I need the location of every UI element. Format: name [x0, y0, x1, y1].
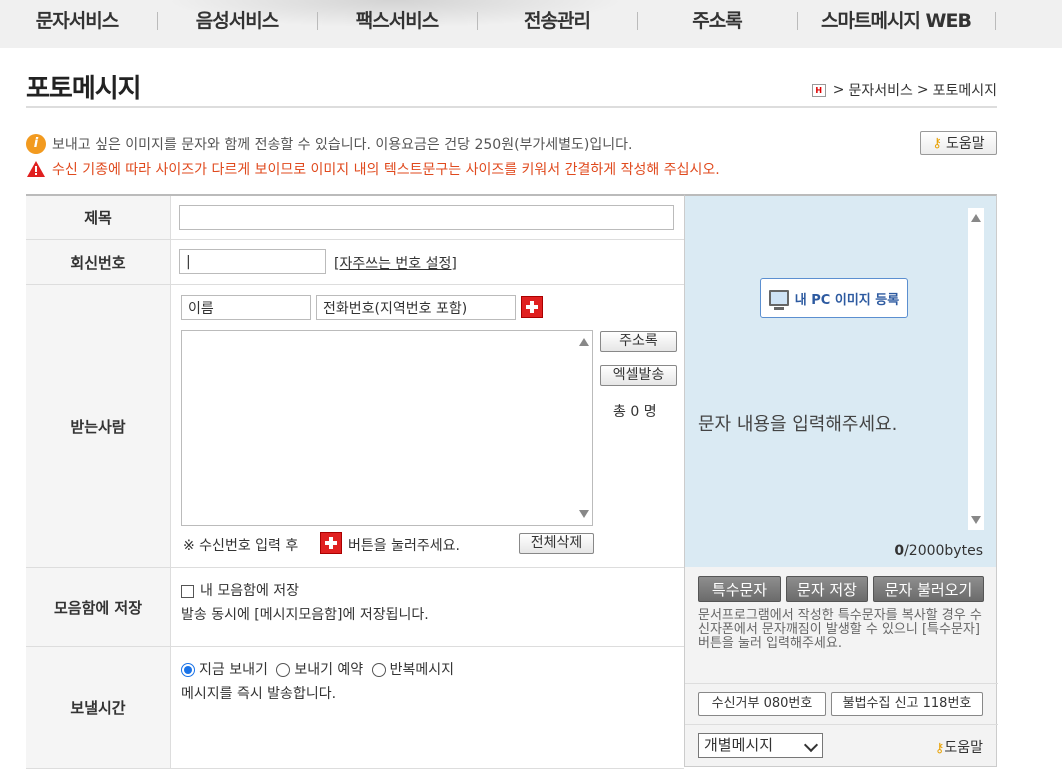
excel-send-button[interactable]: 엑셀발송 — [600, 365, 677, 386]
delete-all-button[interactable]: 전체삭제 — [519, 533, 594, 554]
computer-icon — [768, 290, 789, 310]
breadcrumb-item[interactable]: 포토메시지 — [933, 80, 997, 100]
send-time-row: 보낼시간 지금 보내기 보내기 예약 반복메시지 메시지를 즉시 발송합니다. — [26, 647, 684, 769]
nav-sms[interactable]: 문자서비스 — [16, 0, 138, 42]
send-option-label: 보내기 예약 — [294, 662, 364, 678]
nav-divider — [995, 12, 996, 30]
nav-addressbook[interactable]: 주소록 — [655, 0, 779, 42]
warning-text: 수신 기종에 따라 사이즈가 다르게 보이므로 이미지 내의 텍스트문구는 사이… — [52, 162, 720, 178]
breadcrumb-sep: > — [832, 82, 845, 98]
message-preview[interactable]: 내 PC 이미지 등록 문자 내용을 입력해주세요. 0/2000bytes — [684, 194, 997, 567]
info-text: 보내고 싶은 이미지를 문자와 함께 전송할 수 있습니다. 이용요금은 건당 … — [52, 137, 633, 153]
top-nav: 문자서비스 음성서비스 팩스서비스 전송관리 주소록 스마트메시지 WEB — [0, 0, 1062, 48]
send-time-label: 보낼시간 — [26, 647, 171, 768]
reject-080-button[interactable]: 수신거부 080번호 — [698, 692, 826, 716]
radio-send-now[interactable] — [181, 663, 195, 677]
plus-icon — [325, 537, 337, 549]
send-options: 지금 보내기 보내기 예약 반복메시지 — [181, 659, 454, 679]
nav-transfer[interactable]: 전송관리 — [495, 0, 619, 42]
save-checkbox-label: 내 모음함에 저장 — [200, 583, 300, 599]
addressbook-button[interactable]: 주소록 — [600, 331, 677, 352]
info-icon: i — [26, 134, 46, 154]
radio-send-repeat[interactable] — [371, 663, 386, 677]
page-title: 포토메시지 — [26, 74, 142, 104]
report-118-button[interactable]: 불법수집 신고 118번호 — [831, 692, 983, 716]
hint-suffix: 버튼을 눌러주세요. — [348, 538, 460, 554]
divider — [685, 724, 998, 725]
breadcrumb-sep: > — [916, 82, 929, 98]
save-desc: 발송 동시에 [메시지모음함]에 저장됩니다. — [181, 607, 429, 623]
reply-number-input[interactable]: | — [179, 249, 326, 274]
reply-row: 회신번호 | [자주쓰는 번호 설정] — [26, 240, 684, 285]
nav-divider — [477, 12, 478, 30]
special-char-notice: 문서프로그램에서 작성한 특수문자를 복사할 경우 수신자폰에서 문자깨짐이 발… — [698, 608, 982, 651]
add-recipient-button[interactable] — [521, 296, 543, 318]
upload-image-label: 내 PC 이미지 등록 — [794, 292, 900, 308]
subject-input[interactable] — [179, 205, 674, 230]
help-button[interactable]: ⚷ 도움말 — [920, 131, 997, 155]
nav-smart-web[interactable]: 스마트메시지 WEB — [810, 0, 982, 42]
byte-counter: 0/2000bytes — [894, 543, 983, 559]
warning-line: 수신 기종에 따라 사이즈가 다르게 보이므로 이미지 내의 텍스트문구는 사이… — [26, 159, 720, 179]
send-desc: 메시지를 즉시 발송합니다. — [181, 686, 337, 702]
name-input[interactable]: 이름 — [181, 295, 311, 320]
key-icon: ⚷ — [934, 741, 945, 756]
key-icon: ⚷ — [932, 135, 942, 151]
home-icon[interactable]: H — [811, 83, 826, 97]
subject-row: 제목 — [26, 196, 684, 240]
save-message-button[interactable]: 문자 저장 — [786, 576, 868, 602]
save-label: 모음함에 저장 — [26, 568, 171, 646]
frequent-number-link[interactable]: [자주쓰는 번호 설정] — [334, 253, 457, 273]
send-option-label: 반복메시지 — [389, 662, 455, 678]
title-divider — [26, 106, 997, 108]
byte-current: 0 — [894, 543, 905, 559]
breadcrumb: H > 문자서비스 > 포토메시지 — [811, 80, 997, 100]
tools-panel: 특수문자 문자 저장 문자 불러오기 문서프로그램에서 작성한 특수문자를 복사… — [684, 567, 998, 767]
nav-fax[interactable]: 팩스서비스 — [335, 0, 459, 42]
scroll-down-icon[interactable] — [579, 510, 589, 518]
save-checkbox[interactable] — [181, 584, 194, 598]
help-label: 도움말 — [945, 136, 985, 152]
recipient-label: 받는사람 — [26, 285, 171, 567]
nav-divider — [637, 12, 638, 30]
message-type-value: 개별메시지 — [704, 736, 774, 754]
info-line: i 보내고 싶은 이미지를 문자와 함께 전송할 수 있습니다. 이용요금은 건… — [26, 134, 633, 154]
nav-divider — [317, 12, 318, 30]
warning-icon — [27, 161, 45, 177]
breadcrumb-item[interactable]: 문자서비스 — [848, 80, 912, 100]
scroll-up-icon[interactable] — [579, 338, 589, 346]
load-message-button[interactable]: 문자 불러오기 — [873, 576, 984, 602]
divider — [685, 683, 998, 684]
nav-divider — [157, 12, 158, 30]
scroll-up-icon[interactable] — [971, 214, 981, 222]
upload-image-button[interactable]: 내 PC 이미지 등록 — [760, 278, 908, 318]
scroll-down-icon[interactable] — [971, 516, 981, 524]
radio-send-reserve[interactable] — [276, 663, 291, 677]
preview-scrollbar[interactable] — [968, 208, 984, 530]
plus-icon — [526, 301, 538, 313]
tools-help-link[interactable]: ⚷도움말 — [935, 737, 983, 757]
reply-label: 회신번호 — [26, 240, 171, 284]
message-type-select[interactable]: 개별메시지 — [698, 733, 823, 758]
recipient-list[interactable] — [181, 330, 593, 526]
message-placeholder[interactable]: 문자 내용을 입력해주세요. — [698, 410, 897, 436]
plus-icon-hint — [320, 532, 342, 554]
chevron-down-icon — [803, 737, 819, 753]
phone-input[interactable]: 전화번호(지역번호 포함) — [316, 295, 516, 320]
tools-help-label: 도움말 — [944, 740, 983, 756]
hint-prefix: ※ 수신번호 입력 후 — [183, 538, 299, 554]
byte-limit: /2000bytes — [904, 543, 983, 559]
special-char-button[interactable]: 특수문자 — [698, 576, 781, 602]
nav-voice[interactable]: 음성서비스 — [175, 0, 299, 42]
message-form: 제목 회신번호 | [자주쓰는 번호 설정] 받는사람 이름 전화번호(지역번호… — [26, 194, 684, 769]
save-checkbox-row[interactable]: 내 모음함에 저장 — [181, 580, 299, 600]
send-option-label: 지금 보내기 — [199, 662, 268, 678]
recipient-count: 총 0 명 — [613, 404, 657, 420]
save-row: 모음함에 저장 내 모음함에 저장 발송 동시에 [메시지모음함]에 저장됩니다… — [26, 568, 684, 647]
nav-divider — [797, 12, 798, 30]
recipient-row: 받는사람 이름 전화번호(지역번호 포함) 주소록 엑셀발송 총 0 명 ※ 수… — [26, 285, 684, 568]
subject-label: 제목 — [26, 196, 171, 239]
